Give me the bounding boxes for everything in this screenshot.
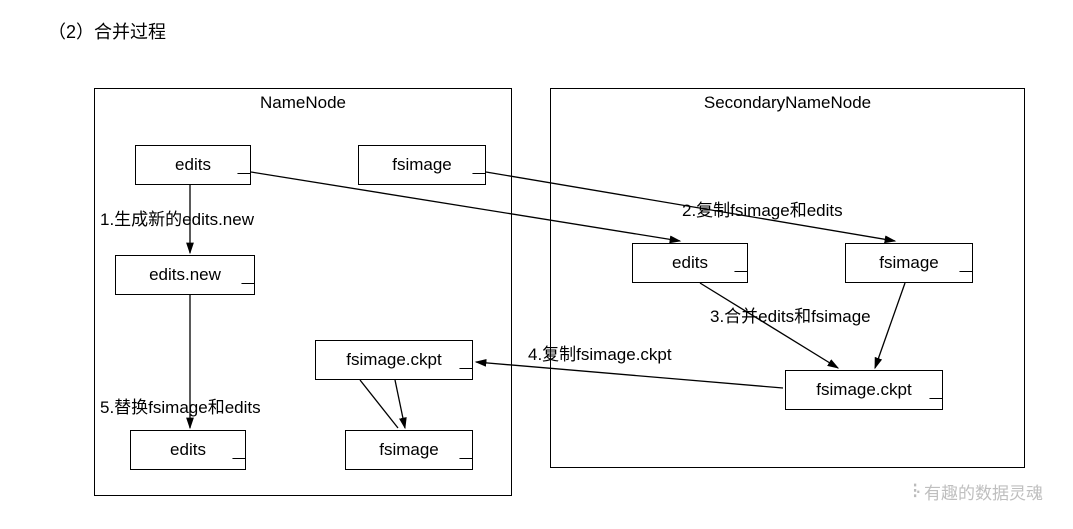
watermark-text: 有趣的数据灵魂: [924, 479, 1043, 504]
watermark: ⁝· 有趣的数据灵魂: [912, 478, 1043, 504]
snn-edits: edits: [632, 243, 748, 283]
secondary-title: SecondaryNameNode: [704, 87, 871, 119]
snn-fsimage: fsimage: [845, 243, 973, 283]
nn-fsimage: fsimage: [358, 145, 486, 185]
nn-fsimage-ckpt: fsimage.ckpt: [315, 340, 473, 380]
step3-label: 3.合并edits和fsimage: [710, 302, 871, 327]
page-title: （2）合并过程: [48, 18, 166, 44]
step5-label: 5.替换fsimage和edits: [100, 393, 261, 418]
nn-edits: edits: [135, 145, 251, 185]
nn-fsimage-final: fsimage: [345, 430, 473, 470]
snn-fsimage-ckpt: fsimage.ckpt: [785, 370, 943, 410]
nn-edits-new: edits.new: [115, 255, 255, 295]
nn-edits-final: edits: [130, 430, 246, 470]
watermark-icon: ⁝·: [912, 478, 918, 504]
step4-label: 4.复制fsimage.ckpt: [528, 340, 672, 365]
step2-label: 2.复制fsimage和edits: [682, 196, 843, 221]
namenode-title: NameNode: [260, 87, 346, 119]
step1-label: 1.生成新的edits.new: [100, 205, 254, 230]
